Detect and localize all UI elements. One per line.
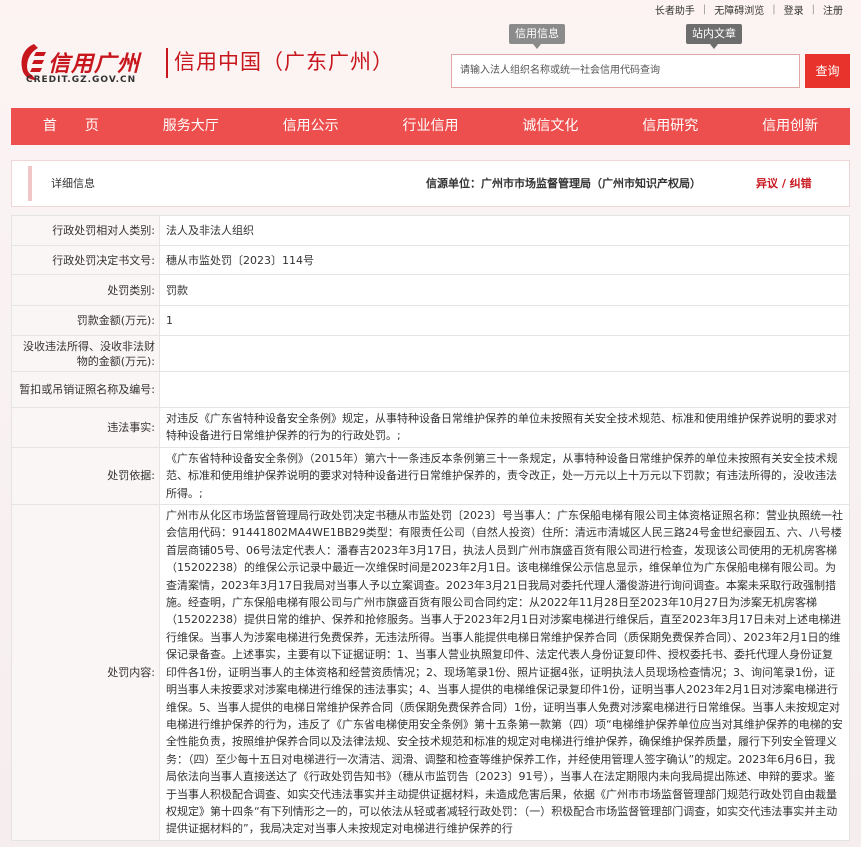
row-label: 违法事实: <box>11 407 160 448</box>
logo-cn-text: 信用广州 <box>48 51 141 77</box>
table-row: 行政处罚决定书文号: 穗从市监处罚〔2023〕114号 <box>11 245 850 275</box>
table-row: 处罚依据: 《广东省特种设备安全条例》（2015年）第六十一条违反本条例第三十一… <box>11 446 850 506</box>
site-articles-tab[interactable]: 站内文章 <box>686 24 742 49</box>
login-link[interactable]: 登录 <box>776 2 812 17</box>
row-value: 法人及非法人组织 <box>159 215 850 246</box>
nav-item-service-hall[interactable]: 服务大厅 <box>131 108 251 145</box>
section-marker <box>28 166 32 201</box>
detail-table: 行政处罚相对人类别: 法人及非法人组织 行政处罚决定书文号: 穗从市监处罚〔20… <box>11 215 850 841</box>
row-label: 行政处罚决定书文号: <box>11 245 160 275</box>
row-label: 处罚类别: <box>11 274 160 306</box>
row-value: 广州市从化区市场监督管理局行政处罚决定书穗从市监处罚〔2023〕号当事人：广东保… <box>159 504 850 841</box>
row-value: 穗从市监处罚〔2023〕114号 <box>159 245 850 275</box>
nav-item-credit-research[interactable]: 信用研究 <box>610 108 730 145</box>
nav-item-credit-innovation[interactable]: 信用创新 <box>730 108 850 145</box>
nav-item-credit-publicity[interactable]: 信用公示 <box>251 108 371 145</box>
logo-site-name: 信用中国（广东广州） <box>174 50 394 74</box>
detail-title: 详细信息 <box>51 177 95 190</box>
credit-info-tab[interactable]: 信用信息 <box>509 24 565 49</box>
row-label: 没收违法所得、没收非法财物的金额(万元): <box>11 335 160 372</box>
elder-helper-link[interactable]: 长者助手 <box>647 2 703 17</box>
table-row: 罚款金额(万元): 1 <box>11 305 850 336</box>
register-link[interactable]: 注册 <box>815 2 851 17</box>
site-logo[interactable]: 信用广州 CREDIT.GZ.GOV.CN 信用中国（广东广州） <box>14 40 393 95</box>
row-value: 《广东省特种设备安全条例》（2015年）第六十一条违反本条例第三十一条规定，从事… <box>159 446 850 506</box>
row-label: 罚款金额(万元): <box>11 305 160 336</box>
row-value: 1 <box>159 305 850 336</box>
table-row: 违法事实: 对违反《广东省特种设备安全条例》规定，从事特种设备日常维护保养的单位… <box>11 407 850 448</box>
top-links-bar: 长者助手 | 无障碍浏览 | 登录 | 注册 <box>647 2 851 17</box>
row-value: 对违反《广东省特种设备安全条例》规定，从事特种设备日常维护保养的单位未按照有关安… <box>159 407 850 448</box>
nav-item-home[interactable]: 首 页 <box>11 108 131 145</box>
main-nav: 首 页 服务大厅 信用公示 行业信用 诚信文化 信用研究 信用创新 <box>11 108 850 145</box>
row-label: 暂扣或吊销证照名称及编号: <box>11 371 160 408</box>
row-value: 罚款 <box>159 274 850 306</box>
row-label: 处罚内容: <box>11 504 160 841</box>
table-row: 行政处罚相对人类别: 法人及非法人组织 <box>11 215 850 246</box>
accessibility-link[interactable]: 无障碍浏览 <box>706 2 772 17</box>
nav-item-industry-credit[interactable]: 行业信用 <box>371 108 491 145</box>
row-label: 行政处罚相对人类别: <box>11 215 160 246</box>
nav-item-integrity-culture[interactable]: 诚信文化 <box>490 108 610 145</box>
row-value <box>159 371 850 408</box>
source-unit: 信源单位：广州市市场监督管理局（广州市知识产权局） <box>426 177 701 190</box>
detail-header: 详细信息 信源单位：广州市市场监督管理局（广州市知识产权局） 异议 / 纠错 <box>11 160 850 207</box>
search-button[interactable]: 查询 <box>805 54 850 88</box>
table-row: 暂扣或吊销证照名称及编号: <box>11 371 850 408</box>
logo-divider <box>166 48 168 78</box>
row-value <box>159 335 850 372</box>
row-label: 处罚依据: <box>11 446 160 506</box>
table-row: 没收违法所得、没收非法财物的金额(万元): <box>11 335 850 372</box>
logo-en-text: CREDIT.GZ.GOV.CN <box>26 75 137 85</box>
objection-link[interactable]: 异议 / 纠错 <box>756 161 812 207</box>
table-row: 处罚类别: 罚款 <box>11 274 850 306</box>
table-row: 处罚内容: 广州市从化区市场监督管理局行政处罚决定书穗从市监处罚〔2023〕号当… <box>11 504 850 841</box>
search-input[interactable]: 请输入法人组织名称或统一社会信用代码查询 <box>451 54 800 88</box>
